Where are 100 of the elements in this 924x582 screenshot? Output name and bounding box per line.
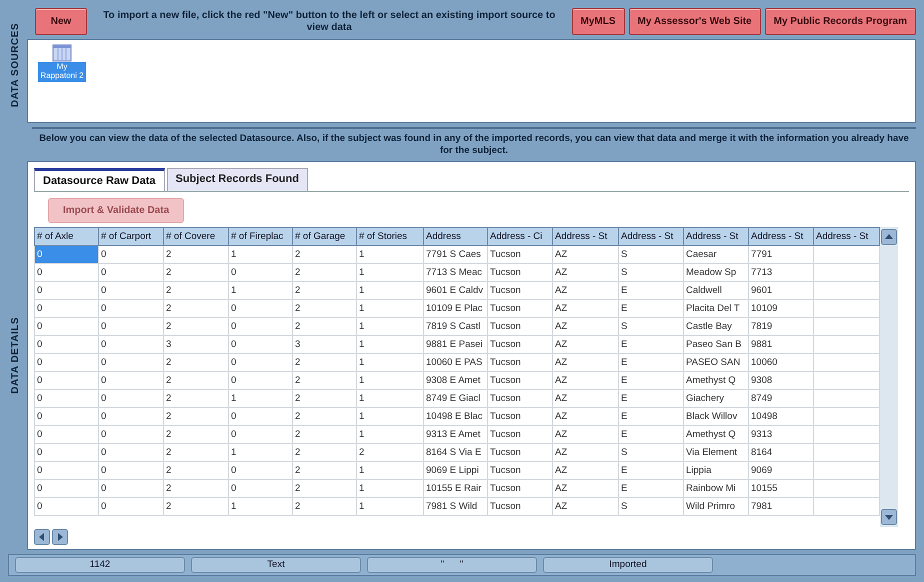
table-cell: 2 [164, 318, 228, 336]
scroll-up-icon[interactable] [881, 229, 897, 246]
table-cell: Tucson [488, 498, 552, 516]
table-cell: E [618, 480, 684, 498]
column-header[interactable]: Address [424, 228, 488, 246]
table-cell: Tucson [488, 318, 552, 336]
table-cell: 0 [98, 480, 164, 498]
table-cell: 0 [98, 462, 164, 480]
table-cell: 0 [34, 282, 98, 300]
tab[interactable]: Datasource Raw Data [34, 168, 164, 192]
table-cell: 0 [34, 390, 98, 408]
table-cell: 7713 [748, 264, 814, 282]
table-cell: 2 [164, 426, 228, 444]
table-cell: 1 [228, 282, 292, 300]
table-cell: 0 [228, 462, 292, 480]
table-cell: 1 [228, 246, 292, 264]
table-cell: Black Willov [684, 408, 748, 426]
column-header[interactable]: Address - St [618, 228, 684, 246]
table-cell: AZ [552, 408, 618, 426]
table-cell: S [618, 318, 684, 336]
table-cell: 7819 [748, 318, 814, 336]
table-cell: 2 [164, 480, 228, 498]
table-cell: 2 [164, 408, 228, 426]
status-cell: " " [367, 556, 537, 573]
table-cell: 2 [164, 372, 228, 390]
table-cell: AZ [552, 480, 618, 498]
table-cell: 8164 S Via E [424, 444, 488, 462]
table-cell: Rainbow Mi [684, 480, 748, 498]
table-cell: 9881 E Pasei [424, 336, 488, 354]
table-cell: Amethyst Q [684, 372, 748, 390]
link-button[interactable]: My Assessor's Web Site [628, 8, 761, 35]
table-cell: 9069 [748, 462, 814, 480]
table-cell: 2 [292, 408, 356, 426]
table-cell: 10109 E Plac [424, 300, 488, 318]
table-cell: 7819 S Castl [424, 318, 488, 336]
table-cell: Tucson [488, 480, 552, 498]
tab[interactable]: Subject Records Found [166, 168, 308, 192]
table-cell: 2 [164, 444, 228, 462]
scroll-left-icon[interactable] [34, 528, 50, 545]
table-cell: 1 [356, 354, 424, 372]
column-header[interactable]: # of Carport [98, 228, 164, 246]
table-cell: AZ [552, 336, 618, 354]
table-cell: 0 [34, 408, 98, 426]
vertical-scrollbar[interactable] [880, 227, 898, 527]
table-cell: 1 [356, 246, 424, 264]
table-cell: E [618, 282, 684, 300]
column-header[interactable]: Address - Ci [488, 228, 552, 246]
table-cell: 9881 [748, 336, 814, 354]
column-header[interactable]: # of Stories [356, 228, 424, 246]
link-button[interactable]: MyMLS [572, 8, 625, 35]
table-cell: 2 [164, 264, 228, 282]
table-cell: 0 [34, 264, 98, 282]
table-cell: Amethyst Q [684, 426, 748, 444]
table-cell: 0 [34, 444, 98, 462]
table-cell: AZ [552, 264, 618, 282]
table-cell: 2 [292, 264, 356, 282]
table-cell: Tucson [488, 282, 552, 300]
table-cell: 3 [164, 336, 228, 354]
table-cell: Paseo San B [684, 336, 748, 354]
table-cell: 2 [292, 426, 356, 444]
link-button[interactable]: My Public Records Program [764, 8, 916, 35]
table-cell: 2 [292, 282, 356, 300]
table-cell: 1 [228, 498, 292, 516]
table-cell: 0 [228, 300, 292, 318]
scroll-down-icon[interactable] [881, 508, 897, 525]
table-cell: Tucson [488, 354, 552, 372]
table-cell: 1 [228, 390, 292, 408]
table-cell: 9601 [748, 282, 814, 300]
new-button[interactable]: New [35, 8, 87, 35]
status-cell: Imported [543, 556, 713, 573]
table-cell: 2 [292, 480, 356, 498]
table-cell: 0 [98, 264, 164, 282]
table-cell: 0 [228, 318, 292, 336]
table-cell: E [618, 390, 684, 408]
column-header[interactable]: # of Axle [34, 228, 98, 246]
table-cell: E [618, 300, 684, 318]
table-cell: 1 [356, 426, 424, 444]
column-header[interactable]: # of Fireplac [228, 228, 292, 246]
table-icon[interactable] [52, 44, 72, 62]
column-header[interactable]: Address - St [684, 228, 748, 246]
table-cell: 2 [292, 318, 356, 336]
table-cell: 0 [98, 498, 164, 516]
table-cell: E [618, 372, 684, 390]
table-cell: S [618, 498, 684, 516]
table-cell: 8749 E Giacl [424, 390, 488, 408]
table-cell: 2 [292, 372, 356, 390]
table-cell: 0 [98, 318, 164, 336]
column-header[interactable]: # of Garage [292, 228, 356, 246]
column-header[interactable]: Address - St [814, 228, 880, 246]
table-cell: 0 [98, 426, 164, 444]
table-cell: 0 [98, 246, 164, 264]
table-cell: 0 [228, 336, 292, 354]
column-header[interactable]: Address - St [552, 228, 618, 246]
table-cell: E [618, 408, 684, 426]
table-cell: 0 [34, 300, 98, 318]
scroll-right-icon[interactable] [52, 528, 68, 545]
column-header[interactable]: Address - St [748, 228, 814, 246]
table-cell: E [618, 354, 684, 372]
column-header[interactable]: # of Covere [164, 228, 228, 246]
table-cell: 0 [34, 372, 98, 390]
